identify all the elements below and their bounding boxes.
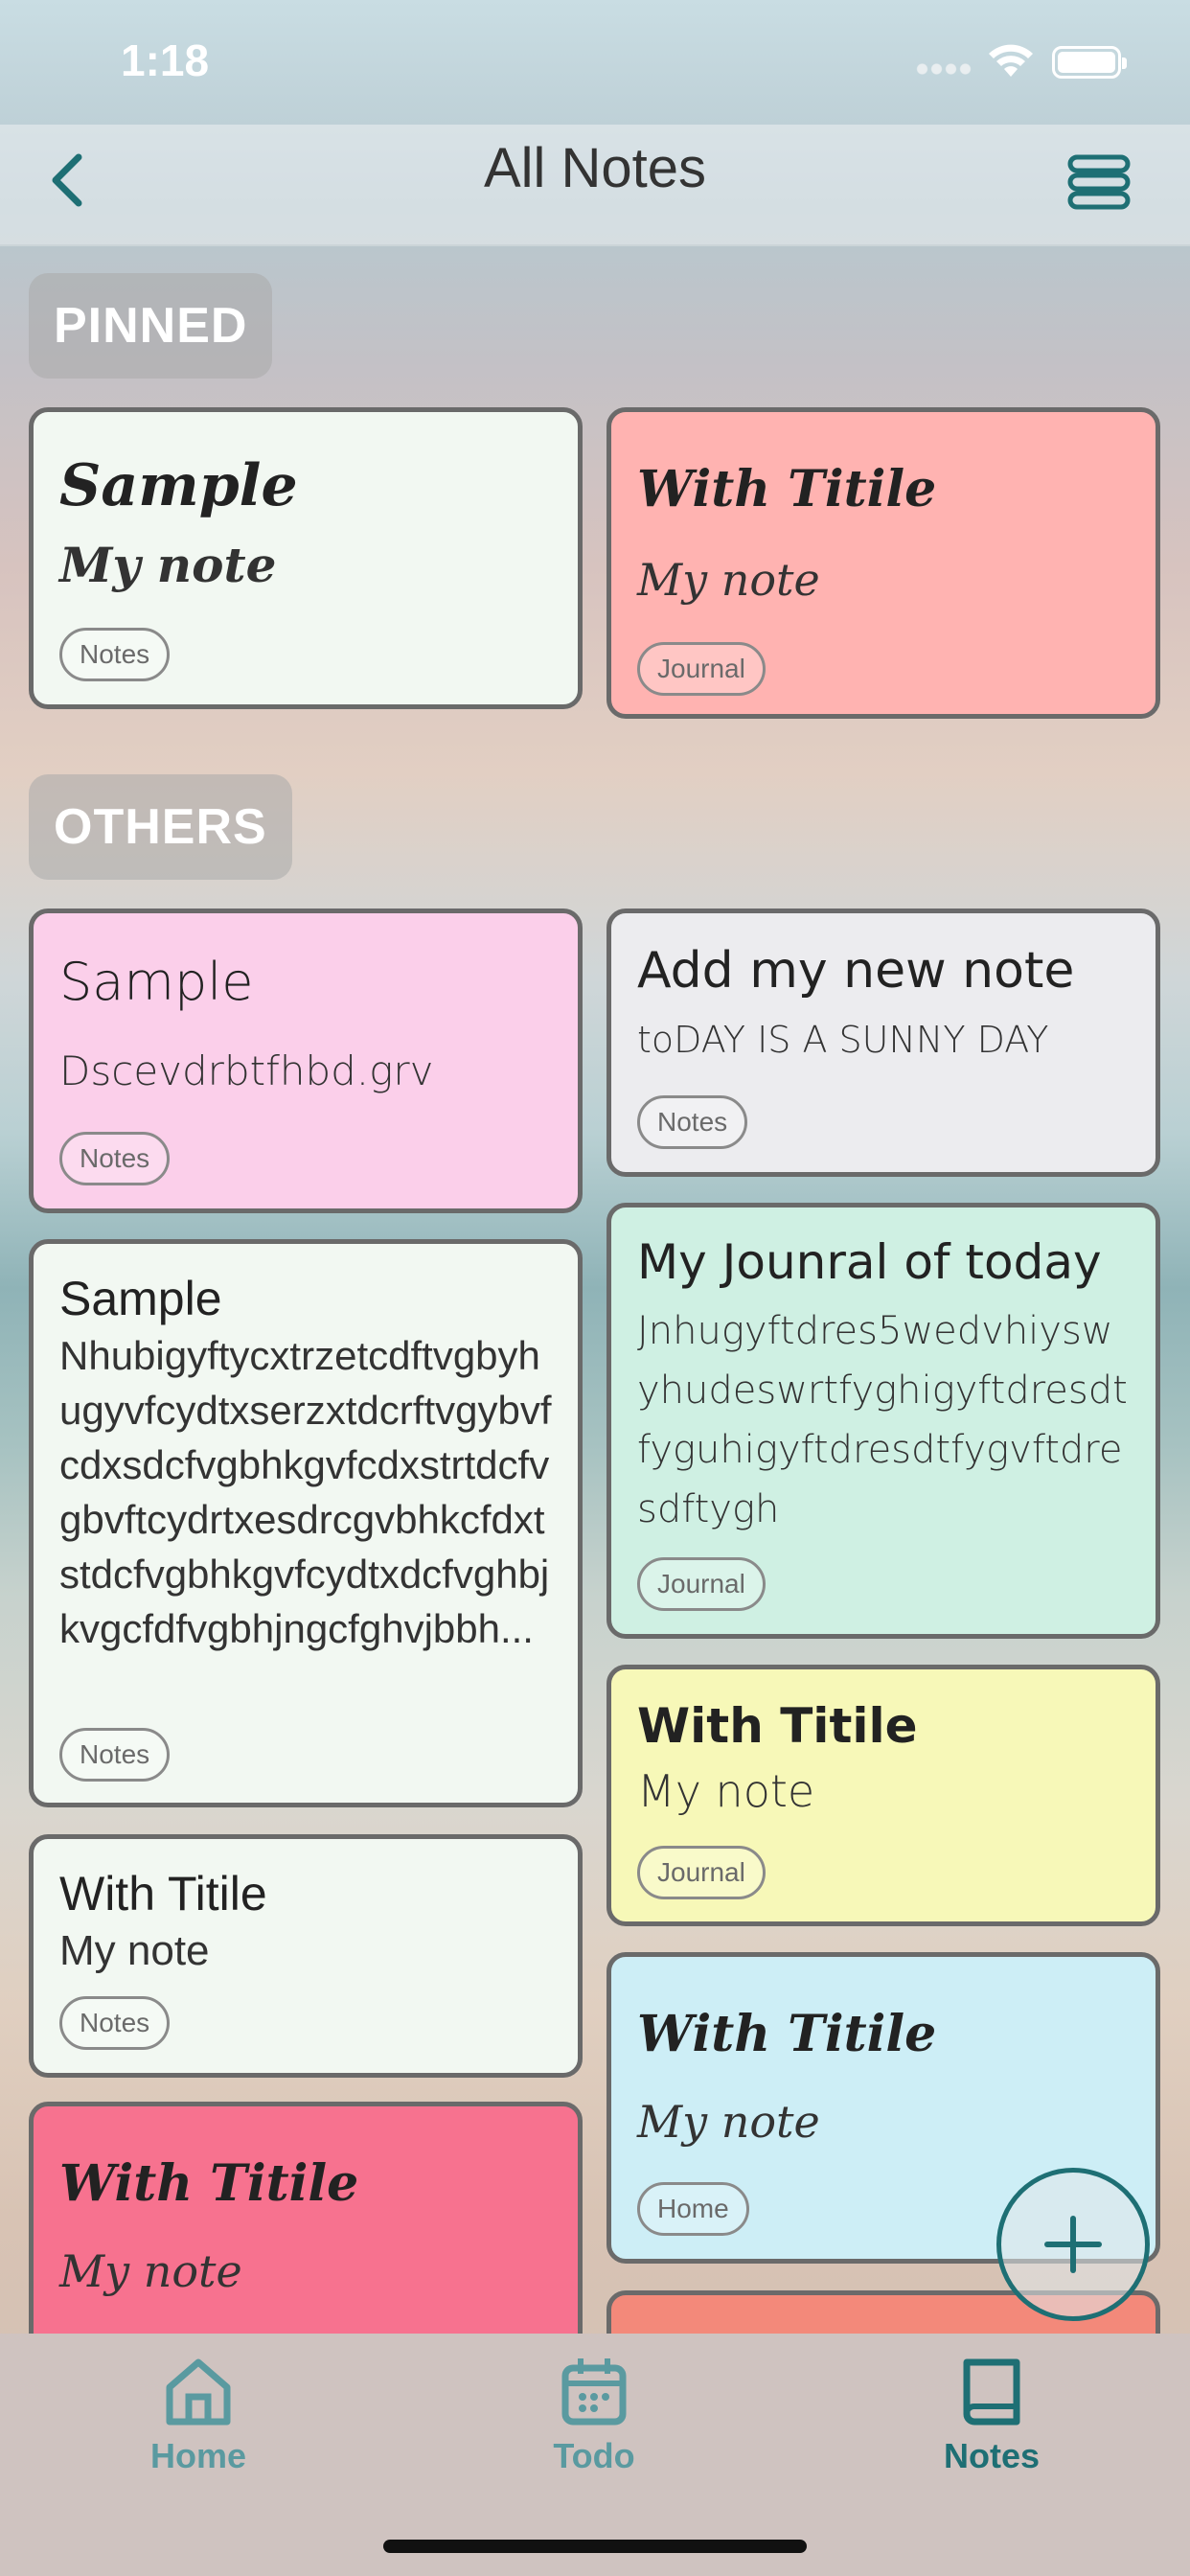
note-card[interactable]: Sample Nhubigyftycxtrzetcdftvgbyhugyvfcy… (29, 1239, 583, 1807)
note-title: Sample (59, 452, 298, 519)
note-body: My note (59, 1927, 210, 1974)
note-card[interactable]: Sample My note Notes (29, 407, 583, 709)
note-body: Jnhugyftdres5wedvhiyswyhudeswrtfyghigyft… (637, 1309, 1128, 1531)
note-tag[interactable]: Notes (637, 1095, 748, 1149)
tab-home-label: Home (149, 2436, 247, 2475)
note-tag[interactable]: Journal (637, 1557, 766, 1611)
tab-home[interactable]: Home (103, 2353, 294, 2476)
battery-icon (1052, 46, 1127, 79)
note-title: My Jounral of today (637, 1234, 1102, 1290)
note-title: With Titile (59, 2154, 359, 2213)
note-tag[interactable]: Notes (59, 1132, 171, 1185)
note-title: Add my new note (637, 942, 1075, 1000)
note-title: Sample (59, 952, 254, 1012)
note-body: Nhubigyftycxtrzetcdftvgbyhugyvfcydtxserz… (59, 1333, 552, 1651)
note-card[interactable]: With Titile My note Notes (29, 1834, 583, 2078)
note-card[interactable]: With Titile My note Journal (606, 407, 1160, 719)
add-note-button[interactable] (996, 2168, 1150, 2321)
plus-icon (1044, 2216, 1102, 2273)
note-body: Dscevdrbtfhbd.grv (59, 1047, 434, 1094)
page-title: All Notes (483, 137, 707, 199)
note-title: With Titile (637, 2005, 937, 2063)
section-pinned-label: PINNED (29, 273, 273, 379)
note-tag[interactable]: Notes (59, 1728, 171, 1782)
wifi-icon (989, 44, 1033, 77)
note-tag[interactable]: Journal (637, 642, 766, 696)
note-body: My note (637, 2096, 820, 2148)
note-body: My note (637, 1765, 815, 1817)
note-tag[interactable]: Notes (59, 1996, 171, 2050)
tab-todo-label: Todo (553, 2436, 635, 2475)
note-title: Sample (59, 1272, 222, 1325)
note-card[interactable]: My Jounral of today Jnhugyftdres5wedvhiy… (606, 1203, 1160, 1639)
note-body: My note (637, 554, 820, 606)
note-card[interactable]: Add my new note toDAY IS A SUNNY DAY Not… (606, 908, 1160, 1177)
section-others-label: OTHERS (29, 774, 292, 880)
note-tag[interactable]: Home (637, 2182, 749, 2236)
book-icon (963, 2358, 1020, 2426)
note-card[interactable]: With Titile My note Journal (606, 1665, 1160, 1926)
note-body: My note (59, 537, 277, 593)
home-indicator (383, 2540, 807, 2553)
calendar-icon (561, 2358, 627, 2426)
note-body: My note (59, 2245, 242, 2297)
note-tag[interactable]: Journal (637, 1846, 766, 1899)
status-bar: 1:18 (0, 0, 1190, 125)
note-title: With Titile (59, 1867, 267, 1920)
cellular-signal-icon (915, 63, 973, 75)
navigation-bar: All Notes (0, 125, 1190, 246)
tab-notes[interactable]: Notes (896, 2353, 1087, 2476)
menu-stack-icon[interactable] (1065, 144, 1133, 220)
tab-notes-label: Notes (943, 2436, 1041, 2475)
status-time: 1:18 (121, 35, 210, 85)
note-card[interactable]: Sample Dscevdrbtfhbd.grv Notes (29, 908, 583, 1213)
tab-todo[interactable]: Todo (498, 2353, 690, 2476)
note-tag[interactable]: Notes (59, 628, 171, 681)
note-title: With Titile (637, 1698, 918, 1754)
note-title: With Titile (637, 460, 937, 518)
home-icon (166, 2358, 231, 2426)
note-body: toDAY IS A SUNNY DAY (637, 1019, 1049, 1061)
